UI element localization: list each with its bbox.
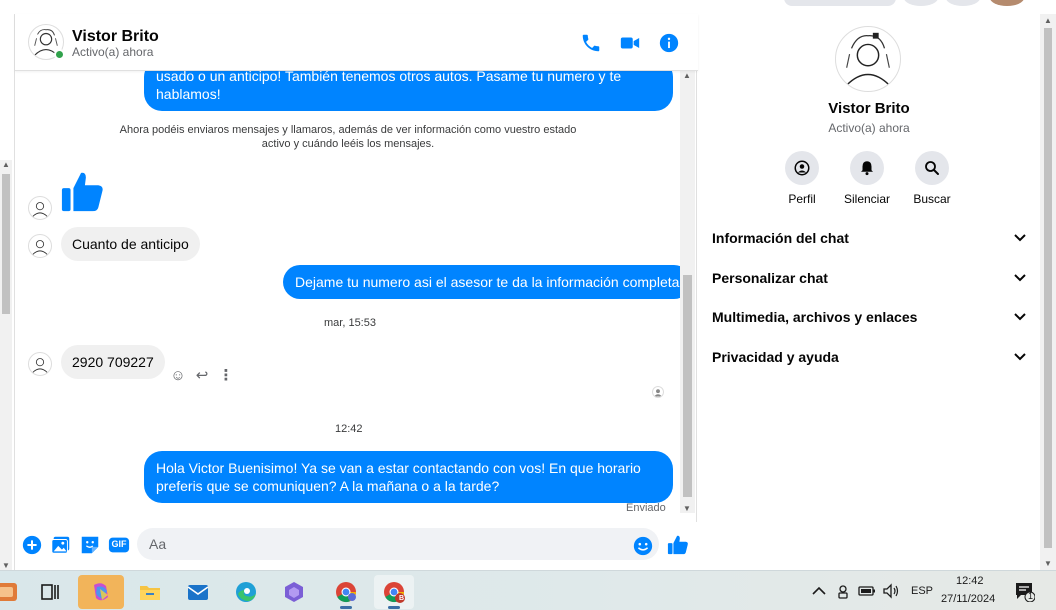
info-icon[interactable] <box>658 32 680 54</box>
photo-icon[interactable] <box>50 534 72 556</box>
contact-small-avatar[interactable] <box>28 196 52 220</box>
notification-count: 1 <box>1027 591 1033 601</box>
top-account-avatar[interactable] <box>990 0 1024 6</box>
mute-action-label: Silenciar <box>843 192 891 206</box>
thumbs-up-sticker-icon[interactable] <box>60 169 106 215</box>
section-chat-info[interactable]: Información del chat <box>712 226 1028 252</box>
react-emoji-icon[interactable]: ☺ <box>169 367 187 385</box>
chrome-browser-icon[interactable] <box>326 575 366 609</box>
file-explorer-icon[interactable] <box>130 575 170 609</box>
scroll-down-arrow-icon[interactable]: ▼ <box>683 504 691 513</box>
chevron-down-icon <box>1014 274 1026 282</box>
scrollbar-thumb[interactable] <box>1044 28 1052 548</box>
online-status-dot <box>54 49 65 60</box>
battery-icon[interactable] <box>858 582 876 600</box>
chat-header: Vistor Brito Activo(a) ahora <box>15 14 698 71</box>
scrollbar-thumb[interactable] <box>2 174 10 314</box>
browser-scrollbar[interactable]: ▲ ▼ <box>1040 14 1056 570</box>
clock-date[interactable]: 27/11/2024 <box>941 593 995 605</box>
scroll-up-arrow-icon[interactable]: ▲ <box>683 71 691 80</box>
section-media-files-links[interactable]: Multimedia, archivos y enlaces <box>712 305 1028 331</box>
outgoing-message-partial[interactable]: usado o un anticipo! También tenemos otr… <box>144 71 673 111</box>
start-app-icon[interactable] <box>0 575 26 609</box>
section-label: Multimedia, archivos y enlaces <box>712 309 918 325</box>
screen: ▲ ▼ Vistor Brito Activo(a) ahora usado o… <box>0 0 1056 610</box>
scroll-down-arrow-icon[interactable]: ▼ <box>1044 559 1052 568</box>
contact-small-avatar[interactable] <box>28 234 52 258</box>
chevron-up-icon[interactable] <box>810 582 828 600</box>
meet-now-icon[interactable] <box>834 582 852 600</box>
reply-icon[interactable]: ↩ <box>193 367 211 385</box>
outgoing-message[interactable]: Dejame tu numero asi el asesor te da la … <box>283 265 692 299</box>
section-label: Personalizar chat <box>712 270 828 286</box>
chevron-down-icon <box>1014 353 1026 361</box>
profile-icon <box>785 151 819 185</box>
volume-icon[interactable] <box>882 582 900 600</box>
scroll-down-arrow-icon[interactable]: ▼ <box>2 561 10 570</box>
system-notice: Ahora podéis enviaros mensajes y llamaro… <box>119 124 577 150</box>
page-top-edge <box>0 0 1056 14</box>
search-action[interactable]: Buscar <box>902 151 962 206</box>
message-input[interactable] <box>137 528 659 560</box>
scrollbar-thumb[interactable] <box>683 275 692 497</box>
message-list: usado o un anticipo! También tenemos otr… <box>15 71 698 521</box>
windows-taskbar: B ESP 12:42 27/11/2024 1 <box>0 570 1056 610</box>
emoji-icon[interactable] <box>632 535 654 557</box>
contact-small-avatar[interactable] <box>28 352 52 376</box>
profile-action-label: Perfil <box>788 192 816 206</box>
gif-label: GIF <box>111 539 127 549</box>
page-scrollbar[interactable]: ▲ ▼ <box>0 160 12 570</box>
chevron-down-icon <box>1014 234 1026 242</box>
profile-name: Vistor Brito <box>828 100 910 117</box>
bell-icon <box>850 151 884 185</box>
sticker-icon[interactable] <box>79 534 101 556</box>
chat-panel: Vistor Brito Activo(a) ahora usado o un … <box>14 14 698 570</box>
edge-browser-icon[interactable] <box>226 575 266 609</box>
notification-center-icon[interactable]: 1 <box>1013 580 1036 603</box>
gif-icon[interactable]: GIF <box>108 534 130 556</box>
search-icon <box>915 151 949 185</box>
conversation-info-panel: Vistor Brito Activo(a) ahora Perfil Sile… <box>698 14 1040 570</box>
mute-action[interactable]: Silenciar <box>837 151 897 206</box>
top-search-pill[interactable] <box>784 0 896 6</box>
incoming-message[interactable]: 2920 709227 <box>61 345 165 379</box>
phone-call-icon[interactable] <box>580 32 602 54</box>
clock-time[interactable]: 12:42 <box>956 575 984 587</box>
chrome-profile-badge: B <box>399 595 405 602</box>
timestamp: mar, 15:53 <box>324 317 376 329</box>
sent-status: Enviado <box>626 502 666 514</box>
contact-name[interactable]: Vistor Brito <box>72 28 159 46</box>
contact-profile-avatar[interactable] <box>835 26 901 92</box>
video-call-icon[interactable] <box>619 32 641 54</box>
top-menu-button[interactable] <box>904 0 938 6</box>
seen-indicator-avatar <box>652 386 664 398</box>
teams-app-icon[interactable] <box>274 575 314 609</box>
section-privacy-help[interactable]: Privacidad y ayuda <box>712 345 1028 371</box>
top-notifications-button[interactable] <box>946 0 980 6</box>
outgoing-message[interactable]: Hola Victor Buenisimo! Ya se van a estar… <box>144 451 673 503</box>
more-options-icon[interactable]: ⋮ <box>217 367 235 385</box>
section-customize-chat[interactable]: Personalizar chat <box>712 266 1028 292</box>
section-label: Información del chat <box>712 230 849 246</box>
incoming-message[interactable]: Cuanto de anticipo <box>61 227 200 261</box>
scroll-up-arrow-icon[interactable]: ▲ <box>2 160 10 169</box>
task-view-icon[interactable] <box>30 575 70 609</box>
composer: GIF <box>15 522 698 570</box>
search-action-label: Buscar <box>913 192 951 206</box>
profile-status: Activo(a) ahora <box>828 121 910 135</box>
chevron-down-icon <box>1014 313 1026 321</box>
chat-scrollbar[interactable]: ▲ ▼ <box>680 71 695 513</box>
plus-icon[interactable] <box>21 534 43 556</box>
profile-action[interactable]: Perfil <box>772 151 832 206</box>
like-button-icon[interactable] <box>667 534 689 556</box>
section-label: Privacidad y ayuda <box>712 349 839 365</box>
copilot-app-icon[interactable] <box>78 575 124 609</box>
chrome-profile-b-icon[interactable]: B <box>374 575 414 609</box>
scroll-up-arrow-icon[interactable]: ▲ <box>1044 16 1052 25</box>
timestamp: 12:42 <box>335 423 363 435</box>
mail-app-icon[interactable] <box>178 575 218 609</box>
language-indicator[interactable]: ESP <box>911 585 933 597</box>
contact-status: Activo(a) ahora <box>72 45 154 59</box>
